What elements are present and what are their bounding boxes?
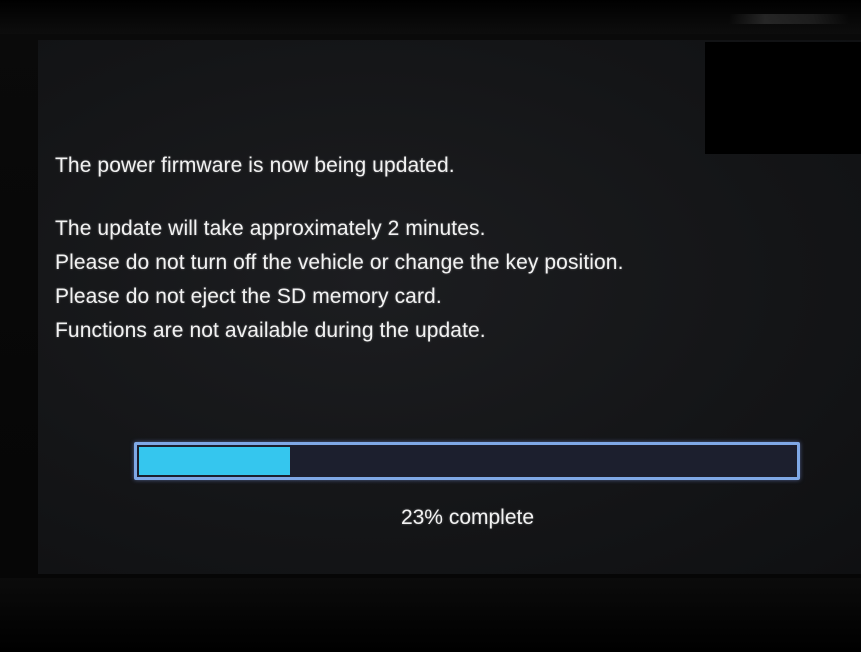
instruction-line-vehicle: Please do not turn off the vehicle or ch… bbox=[55, 251, 624, 274]
bezel-bottom-edge bbox=[0, 578, 861, 652]
instruction-line-sd-card: Please do not eject the SD memory card. bbox=[55, 285, 442, 308]
device-bezel: The power firmware is now being updated.… bbox=[0, 0, 861, 652]
instruction-line-duration: The update will take approximately 2 min… bbox=[55, 217, 486, 240]
screen-corner-block bbox=[705, 42, 861, 154]
progress-bar bbox=[134, 442, 800, 480]
instruction-list: The update will take approximately 2 min… bbox=[55, 212, 624, 348]
progress-bar-fill bbox=[139, 447, 290, 475]
bezel-logo-mark bbox=[729, 14, 849, 24]
bezel-top-edge bbox=[0, 0, 861, 34]
update-title: The power firmware is now being updated. bbox=[55, 154, 455, 177]
progress-label: 23% complete bbox=[400, 506, 535, 529]
instruction-line-functions: Functions are not available during the u… bbox=[55, 319, 486, 342]
